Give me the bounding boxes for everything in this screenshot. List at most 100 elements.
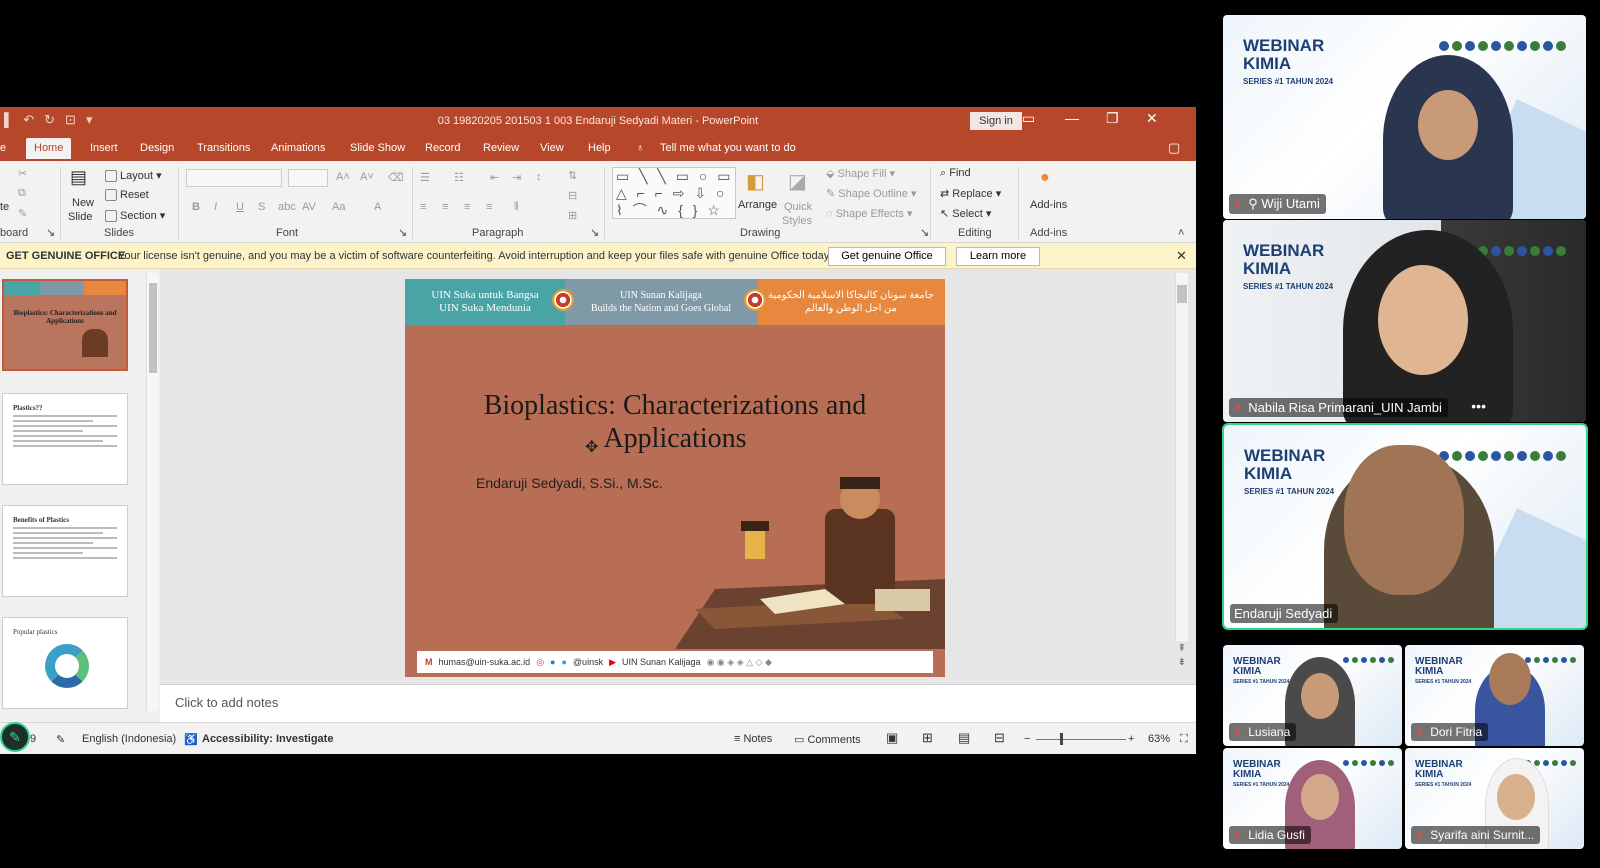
shape-fill-button[interactable]: ⬙ Shape Fill ▾ bbox=[826, 167, 895, 180]
spellcheck-icon[interactable]: ✎ bbox=[56, 733, 65, 746]
line-spacing-icon[interactable]: ↕ bbox=[536, 171, 542, 183]
tab-record[interactable]: Record bbox=[425, 142, 460, 154]
annotate-pen-icon[interactable]: ✎ bbox=[0, 722, 30, 752]
next-slide-icon[interactable]: ⇟ bbox=[1178, 657, 1186, 668]
quick-styles-button[interactable]: Quick bbox=[784, 201, 812, 213]
replace-button[interactable]: ⇄ Replace ▾ bbox=[940, 187, 1001, 200]
paragraph-launcher-icon[interactable]: ↘ bbox=[590, 226, 599, 239]
clear-format-icon[interactable]: ⌫ bbox=[388, 171, 404, 184]
tab-review[interactable]: Review bbox=[483, 142, 519, 154]
video-tile[interactable]: WEBINAR KIMIA SERIES #1 TAHUN 2024 ✗ Dori … bbox=[1405, 645, 1584, 746]
slide-scrollbar[interactable] bbox=[1175, 273, 1188, 641]
decrease-indent-icon[interactable]: ⇤ bbox=[490, 171, 499, 184]
justify-icon[interactable]: ≡ bbox=[486, 201, 492, 213]
language-indicator[interactable]: English (Indonesia) bbox=[82, 733, 176, 745]
numbering-icon[interactable]: ☷ bbox=[454, 171, 464, 184]
notes-placeholder[interactable]: Click to add notes bbox=[175, 695, 278, 710]
video-tile[interactable]: WEBINAR KIMIA SERIES #1 TAHUN 2024 ✗ Lusia… bbox=[1223, 645, 1402, 746]
video-tile[interactable]: WEBINAR KIMIA SERIES #1 TAHUN 2024 ✗ ⚲ Wij… bbox=[1223, 15, 1586, 219]
new-slide-button[interactable]: New bbox=[72, 197, 94, 209]
slide-author[interactable]: Endaruji Sedyadi, S.Si., M.Sc. bbox=[476, 475, 663, 491]
video-tile[interactable]: WEBINAR KIMIA SERIES #1 TAHUN 2024 ✗ Syari… bbox=[1405, 748, 1584, 849]
normal-view-icon[interactable]: ▣ bbox=[886, 730, 898, 746]
new-slide-icon[interactable]: ▤ bbox=[70, 167, 87, 188]
tab-design[interactable]: Design bbox=[140, 142, 174, 154]
font-size-box[interactable] bbox=[288, 169, 328, 187]
minimize-icon[interactable]: — bbox=[1065, 110, 1079, 126]
close-icon[interactable]: ✕ bbox=[1146, 110, 1158, 127]
font-name-box[interactable] bbox=[186, 169, 282, 187]
video-tile[interactable]: WEBINAR KIMIA SERIES #1 TAHUN 2024 ✗ Lidia… bbox=[1223, 748, 1402, 849]
notes-button[interactable]: ≡ Notes bbox=[734, 733, 772, 745]
zoom-in-icon[interactable]: + bbox=[1128, 733, 1134, 745]
fit-slide-icon[interactable]: ⛶ bbox=[1180, 733, 1188, 746]
close-message-icon[interactable]: ✕ bbox=[1176, 248, 1187, 264]
thumbnail-scrollbar[interactable] bbox=[146, 273, 158, 711]
ribbon-display-icon[interactable]: ▭ bbox=[1022, 110, 1035, 127]
tab-help[interactable]: Help bbox=[588, 142, 611, 154]
copy-icon[interactable]: ⧉ bbox=[18, 187, 26, 200]
shrink-font-icon[interactable]: A˅ bbox=[360, 171, 374, 183]
learn-more-button[interactable]: Learn more bbox=[956, 247, 1040, 266]
select-button[interactable]: ↖ Select ▾ bbox=[940, 207, 991, 220]
tab-animations[interactable]: Animations bbox=[271, 142, 325, 154]
bold-icon[interactable]: B bbox=[192, 201, 200, 213]
video-tile-active-speaker[interactable]: WEBINAR KIMIA SERIES #1 TAHUN 2024 Endaru… bbox=[1222, 423, 1588, 630]
drawing-launcher-icon[interactable]: ↘ bbox=[920, 226, 929, 239]
slide-thumbnail-1[interactable]: Bioplastics: Characterizations and Appli… bbox=[2, 279, 128, 371]
shape-effects-button[interactable]: ◌ Shape Effects ▾ bbox=[826, 207, 912, 220]
reset-button[interactable]: Reset bbox=[105, 189, 149, 202]
accessibility-status[interactable]: Accessibility: Investigate bbox=[202, 733, 333, 745]
underline-icon[interactable]: U bbox=[236, 201, 244, 213]
zoom-slider-handle[interactable] bbox=[1060, 733, 1063, 745]
comments-button[interactable]: ▭ Comments bbox=[794, 733, 861, 746]
section-button[interactable]: Section ▾ bbox=[105, 209, 165, 223]
find-button[interactable]: ⌕ Find bbox=[940, 167, 971, 180]
prev-slide-icon[interactable]: ⇞ bbox=[1178, 643, 1186, 654]
zoom-level[interactable]: 63% bbox=[1148, 733, 1170, 745]
get-genuine-office-button[interactable]: Get genuine Office bbox=[828, 247, 946, 266]
tab-slide-show[interactable]: Slide Show bbox=[350, 142, 405, 154]
more-options-icon[interactable]: ••• bbox=[1471, 398, 1486, 414]
tab-home[interactable]: Home bbox=[26, 138, 72, 159]
bullets-icon[interactable]: ☰ bbox=[420, 171, 430, 184]
video-tile[interactable]: WEBINAR KIMIA SERIES #1 TAHUN 2024 ✗ Nabil… bbox=[1223, 220, 1586, 422]
addins-button[interactable]: Add-ins bbox=[1030, 199, 1067, 211]
font-launcher-icon[interactable]: ↘ bbox=[398, 226, 407, 239]
slideshow-view-icon[interactable]: ⊟ bbox=[994, 730, 1005, 746]
slide-title[interactable]: Bioplastics: Characterizations and Appli… bbox=[445, 389, 905, 455]
arrange-button[interactable]: Arrange bbox=[738, 199, 777, 211]
shadow-icon[interactable]: S bbox=[258, 201, 265, 213]
strikethrough-icon[interactable]: abc bbox=[278, 201, 296, 213]
quick-styles-button-line2[interactable]: Styles bbox=[782, 215, 812, 227]
increase-indent-icon[interactable]: ⇥ bbox=[512, 171, 521, 184]
columns-icon[interactable]: ⫴ bbox=[514, 201, 519, 214]
tab-view[interactable]: View bbox=[540, 142, 564, 154]
align-text-icon[interactable]: ⊟ bbox=[568, 189, 577, 202]
align-left-icon[interactable]: ≡ bbox=[420, 201, 426, 213]
paste-button[interactable]: te bbox=[0, 201, 9, 213]
comments-icon[interactable]: ▢ bbox=[1168, 140, 1180, 156]
zoom-out-icon[interactable]: − bbox=[1024, 733, 1030, 745]
tab-insert[interactable]: Insert bbox=[90, 142, 118, 154]
align-center-icon[interactable]: ≡ bbox=[442, 201, 448, 213]
text-direction-icon[interactable]: ⇅ bbox=[568, 169, 577, 182]
change-case-icon[interactable]: Aa bbox=[332, 201, 345, 213]
shape-outline-button[interactable]: ✎ Shape Outline ▾ bbox=[826, 187, 917, 200]
slide-thumbnail-2[interactable]: Plastics?? bbox=[2, 393, 128, 485]
collapse-ribbon-icon[interactable]: ˄ bbox=[1178, 227, 1184, 239]
format-painter-icon[interactable]: ✎ bbox=[18, 207, 27, 220]
shapes-gallery[interactable]: ▭ ╲ ╲ ▭ ○ ▭ △ ⌐ ⌐ ⇨ ⇩ ○ ⌇ ⌒ ∿ { } ☆ bbox=[612, 167, 736, 219]
notes-pane[interactable]: Click to add notes bbox=[160, 684, 1196, 722]
cut-icon[interactable]: ✂ bbox=[18, 167, 27, 180]
align-right-icon[interactable]: ≡ bbox=[464, 201, 470, 213]
sign-in-button[interactable]: Sign in bbox=[970, 112, 1022, 130]
quick-styles-icon[interactable]: ◪ bbox=[788, 169, 807, 194]
restore-icon[interactable]: ❐ bbox=[1106, 110, 1119, 127]
layout-button[interactable]: Layout ▾ bbox=[105, 169, 162, 183]
reading-view-icon[interactable]: ▤ bbox=[958, 730, 970, 746]
addins-icon[interactable]: ● bbox=[1040, 169, 1050, 187]
slide-thumbnail-3[interactable]: Benefits of Plastics bbox=[2, 505, 128, 597]
slide-thumbnail-4[interactable]: Popular plastics bbox=[2, 617, 128, 709]
tab-transitions[interactable]: Transitions bbox=[197, 142, 250, 154]
